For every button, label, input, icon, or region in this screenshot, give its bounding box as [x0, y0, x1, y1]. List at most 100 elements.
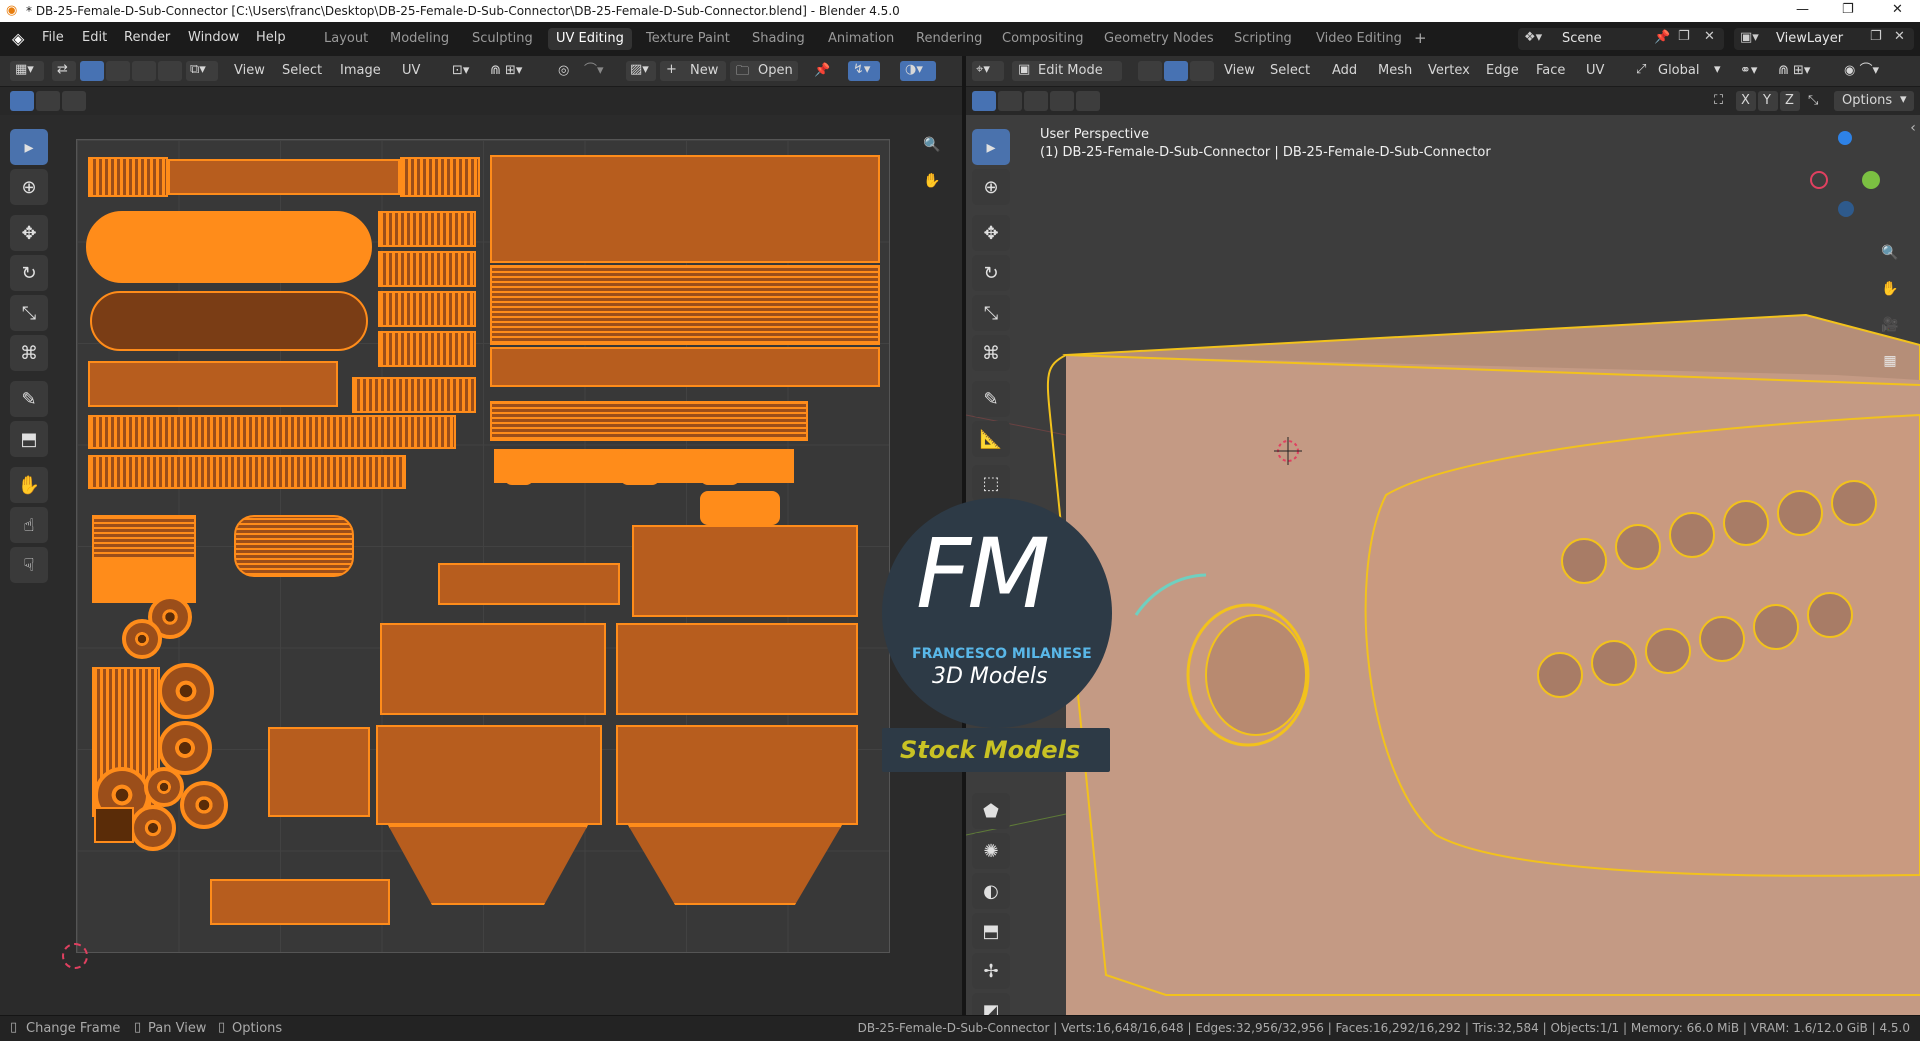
uv-scale-tool[interactable]: ⤡ — [10, 295, 48, 331]
sync-selection-icon[interactable]: ⇄ — [52, 61, 76, 81]
uv-grab-tool[interactable]: ✋ — [10, 467, 48, 503]
invert-select-icon[interactable] — [1050, 91, 1074, 111]
menu-edit[interactable]: Edit — [82, 30, 107, 45]
new-scene-icon[interactable]: ❐ — [1678, 29, 1690, 44]
face-mode-icon[interactable] — [1190, 61, 1214, 81]
transform-tool[interactable]: ⌘ — [972, 335, 1010, 371]
open-image-button[interactable]: 🗀 Open — [730, 61, 798, 81]
measure-tool[interactable]: 📐 — [972, 421, 1010, 457]
gizmo-z-icon[interactable] — [1838, 131, 1852, 145]
uv-sculpt-icon[interactable]: ↯▾ — [848, 61, 880, 81]
scale-tool[interactable]: ⤡ — [972, 295, 1010, 331]
auto-merge-icon[interactable]: ⤡ — [1808, 91, 1818, 111]
tab-video-editing[interactable]: Video Editing — [1308, 28, 1410, 50]
smooth-tool[interactable]: ◐ — [972, 873, 1010, 909]
snap-icon[interactable]: ⋒ ⊞▾ — [490, 61, 522, 81]
uv-menu-select[interactable]: Select — [282, 61, 322, 81]
tab-shading[interactable]: Shading — [744, 28, 813, 50]
uv-pinch-tool[interactable]: ☟ — [10, 547, 48, 583]
vertex-mode-icon[interactable] — [1138, 61, 1162, 81]
box-select-mode-icon[interactable] — [972, 91, 996, 111]
uv-transform-tool[interactable]: ⌘ — [10, 335, 48, 371]
tab-modeling[interactable]: Modeling — [382, 28, 457, 50]
subtract-select-icon[interactable] — [1024, 91, 1048, 111]
uv-zoom-icon[interactable]: 🔍 — [918, 131, 946, 159]
annotate-tool[interactable]: ✎ — [972, 381, 1010, 417]
uv-relax-tool[interactable]: ☝ — [10, 507, 48, 543]
poly-build-tool[interactable]: ⬟ — [972, 793, 1010, 829]
gizmo-y-icon[interactable] — [1862, 171, 1880, 189]
viewport-proportional-icon[interactable]: ◉ ⌒▾ — [1844, 61, 1879, 81]
pin-image-icon[interactable]: 📌 — [814, 61, 830, 81]
navigation-gizmo[interactable] — [1810, 131, 1884, 217]
shear-tool[interactable]: ◩ — [972, 993, 1010, 1015]
face-select-icon[interactable] — [132, 61, 156, 81]
menu-window[interactable]: Window — [188, 30, 239, 45]
shrink-fatten-tool[interactable]: ✢ — [972, 953, 1010, 989]
new-view-layer-icon[interactable]: ❐ — [1870, 29, 1882, 44]
select-box-tool[interactable]: ▸ — [972, 129, 1010, 165]
tab-uv-editing[interactable]: UV Editing — [548, 28, 632, 50]
uv-menu-uv[interactable]: UV — [402, 61, 420, 81]
uv-select-box-tool[interactable]: ▸ — [10, 129, 48, 165]
pin-icon[interactable]: 📌 — [1654, 30, 1670, 45]
uv-pan-icon[interactable]: ✋ — [918, 167, 946, 195]
viewport-editor-type-icon[interactable]: ⌖▾ — [972, 61, 1004, 81]
cursor-tool[interactable]: ⊕ — [972, 169, 1010, 205]
viewport-menu-select[interactable]: Select — [1270, 61, 1310, 81]
mirror-y-toggle[interactable]: Y — [1758, 91, 1778, 111]
options-dropdown[interactable]: Options ▾ — [1834, 91, 1914, 111]
viewport-snap-icon[interactable]: ⋒ ⊞▾ — [1778, 61, 1810, 81]
viewport-menu-edge[interactable]: Edge — [1486, 61, 1519, 81]
scene-selector[interactable]: ❖▾ Scene 📌 ❐ ✕ — [1518, 28, 1724, 50]
edge-slide-tool[interactable]: ⬒ — [972, 913, 1010, 949]
falloff-icon[interactable]: ⌒▾ — [584, 61, 604, 81]
image-browse-icon[interactable]: ▨▾ — [626, 61, 656, 81]
tab-rendering[interactable]: Rendering — [908, 28, 990, 50]
remove-view-layer-icon[interactable]: ✕ — [1894, 29, 1905, 44]
edge-mode-icon[interactable] — [1164, 61, 1188, 81]
mirror-z-toggle[interactable]: Z — [1780, 91, 1800, 111]
vertex-select-icon[interactable] — [80, 61, 104, 81]
intersect-select-icon[interactable] — [1076, 91, 1100, 111]
sticky-select-icon[interactable]: ⧉▾ — [186, 61, 218, 81]
viewport-menu-view[interactable]: View — [1224, 61, 1255, 81]
viewport-pan-icon[interactable]: ✋ — [1876, 275, 1904, 303]
menu-render[interactable]: Render — [124, 30, 170, 45]
uv-cursor-tool[interactable]: ⊕ — [10, 169, 48, 205]
tab-texture-paint[interactable]: Texture Paint — [638, 28, 738, 50]
tab-animation[interactable]: Animation — [820, 28, 902, 50]
move-tool[interactable]: ✥ — [972, 215, 1010, 251]
gizmo-neg-z-icon[interactable] — [1838, 201, 1854, 217]
camera-view-icon[interactable]: 🎥 — [1876, 311, 1904, 339]
uv-box-select-mode-icon[interactable] — [10, 91, 34, 111]
spin-tool[interactable]: ✺ — [972, 833, 1010, 869]
viewport-pivot-icon[interactable]: ⚭▾ — [1740, 61, 1757, 81]
editor-type-icon[interactable]: ▦▾ — [10, 61, 44, 81]
close-icon[interactable]: ✕ — [1892, 2, 1903, 17]
mirror-x-toggle[interactable]: X — [1736, 91, 1756, 111]
proportional-edit-icon[interactable]: ◎ — [558, 61, 569, 81]
tab-compositing[interactable]: Compositing — [994, 28, 1092, 50]
tab-sculpting[interactable]: Sculpting — [464, 28, 541, 50]
uv-editor-canvas[interactable]: ▸ ⊕ ✥ ↻ ⤡ ⌘ ✎ ⬒ ✋ ☝ ☟ 🔍 ✋ — [0, 115, 962, 1015]
mode-selector[interactable]: ▣ Edit Mode — [1012, 61, 1122, 81]
extend-select-icon[interactable] — [998, 91, 1022, 111]
add-cube-tool[interactable]: ⬚ — [972, 465, 1010, 501]
uv-rotate-tool[interactable]: ↻ — [10, 255, 48, 291]
viewport-menu-vertex[interactable]: Vertex — [1428, 61, 1470, 81]
blender-menu-icon[interactable]: ◈ — [12, 29, 24, 48]
viewport-menu-uv[interactable]: UV — [1586, 61, 1604, 81]
overlay-icon[interactable]: ◑▾ — [900, 61, 936, 81]
remove-scene-icon[interactable]: ✕ — [1704, 29, 1715, 44]
view-layer-selector[interactable]: ▣▾ ViewLayer ❐ ✕ — [1734, 28, 1914, 50]
menu-file[interactable]: File — [42, 30, 64, 45]
viewport-3d[interactable]: User Perspective (1) DB-25-Female-D-Sub-… — [966, 115, 1920, 1015]
island-select-icon[interactable] — [158, 61, 182, 81]
viewport-zoom-icon[interactable]: 🔍 — [1876, 239, 1904, 267]
mirror-icon[interactable]: ⛶ — [1714, 91, 1723, 111]
tab-layout[interactable]: Layout — [316, 28, 376, 50]
uv-menu-image[interactable]: Image — [340, 61, 381, 81]
tab-scripting[interactable]: Scripting — [1226, 28, 1300, 50]
viewport-menu-face[interactable]: Face — [1536, 61, 1565, 81]
